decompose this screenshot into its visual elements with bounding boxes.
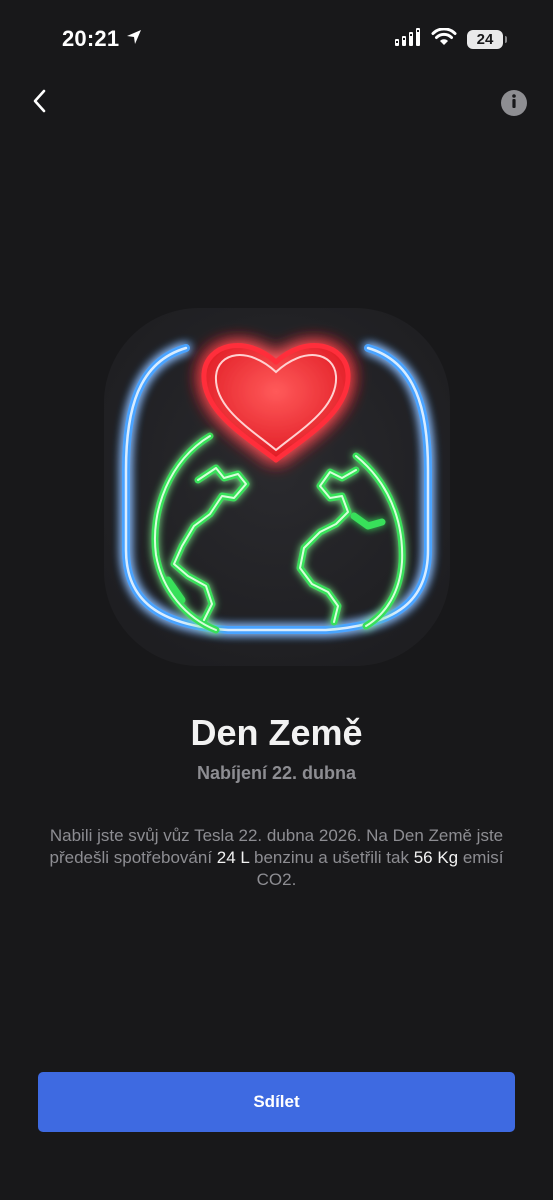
page-subtitle: Nabíjení 22. dubna [196, 763, 357, 783]
description-part-2: benzinu a ušetřili tak [249, 848, 414, 867]
share-button[interactable]: Sdílet [38, 1072, 515, 1132]
earth-day-neon-badge [104, 308, 450, 666]
battery-icon: 24 [467, 30, 507, 49]
wifi-icon [431, 27, 457, 51]
status-time: 20:21 [62, 26, 120, 51]
page-title: Den Země [190, 712, 363, 753]
signal-icon [395, 28, 421, 51]
info-button[interactable] [501, 90, 527, 116]
location-arrow-icon [125, 28, 143, 51]
info-icon [501, 88, 527, 119]
description-text: Nabili jste svůj vůz Tesla 22. dubna 202… [34, 825, 519, 891]
share-button-label: Sdílet [253, 1092, 300, 1111]
status-bar: 20:21 24 [0, 0, 553, 82]
battery-level: 24 [476, 31, 494, 48]
fuel-amount: 24 L [216, 848, 250, 867]
earth-day-badge [98, 300, 456, 670]
chevron-left-icon [32, 89, 48, 118]
co2-amount: 56 Kg [413, 848, 459, 867]
back-button[interactable] [26, 88, 54, 118]
